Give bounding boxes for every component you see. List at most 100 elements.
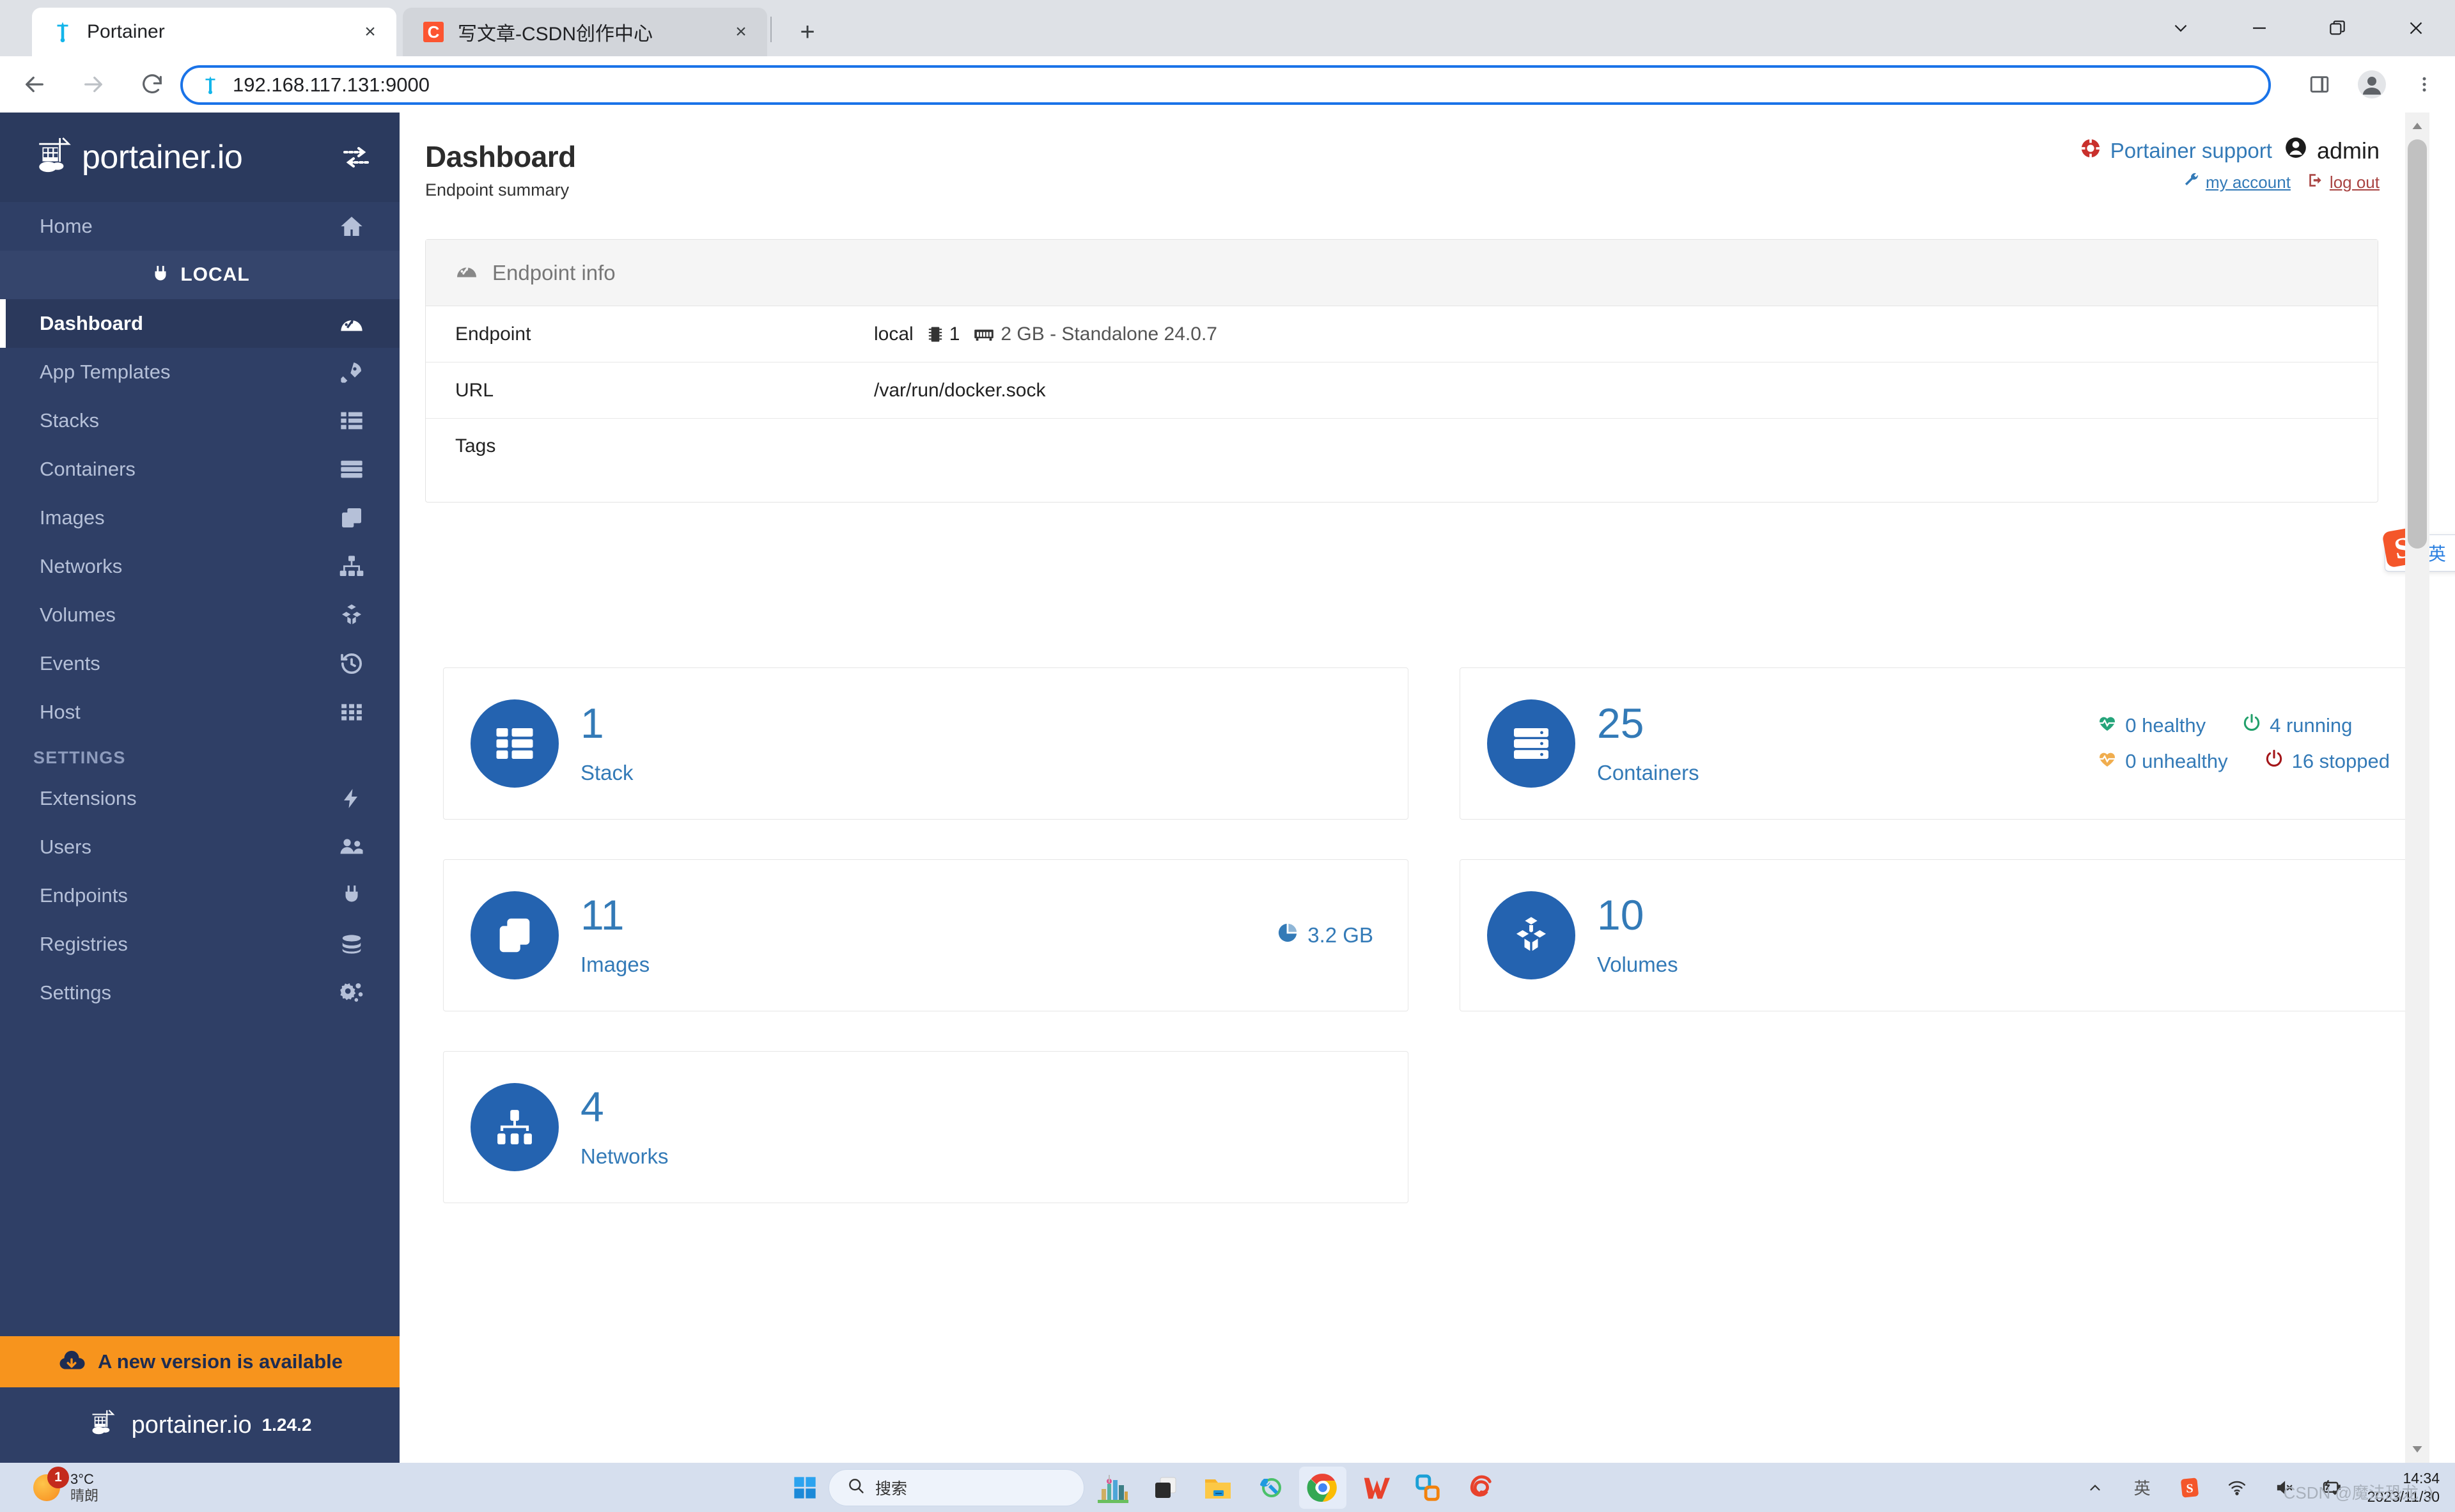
screenshot-watermark: CSDN @魔法恐龙 :) — [2283, 1483, 2433, 1502]
sidebar: portainer.io Home LOCAL Dashboard App Te… — [0, 113, 400, 1463]
window-controls — [2142, 0, 2455, 56]
file-explorer-icon[interactable] — [1194, 1467, 1242, 1509]
sidebar-item-endpoints[interactable]: Endpoints — [0, 871, 400, 920]
wifi-icon[interactable] — [2222, 1472, 2252, 1503]
windows-start-icon[interactable] — [786, 1469, 823, 1506]
sidebar-item-app-templates[interactable]: App Templates — [0, 348, 400, 396]
search-icon — [847, 1477, 865, 1498]
scroll-up-arrow-icon[interactable] — [2405, 113, 2429, 139]
user-circle-icon — [2284, 136, 2308, 166]
endpoint-switch-icon[interactable] — [338, 139, 374, 175]
volumes-icon — [337, 600, 366, 630]
stat-card-stack[interactable]: 1 Stack — [443, 667, 1408, 820]
task-view-icon[interactable] — [1142, 1467, 1189, 1509]
new-version-banner[interactable]: A new version is available — [0, 1336, 400, 1387]
vmware-icon[interactable] — [1404, 1467, 1451, 1509]
heartbeat-green-icon — [2097, 713, 2117, 738]
stacks-icon — [337, 406, 366, 435]
more-menu-icon[interactable] — [2405, 65, 2443, 104]
browser-tab-csdn[interactable]: C 写文章-CSDN创作中心 × — [403, 8, 767, 56]
status-unhealthy-text: 0 unhealthy — [2125, 750, 2228, 772]
sidebar-item-images[interactable]: Images — [0, 494, 400, 542]
sidebar-item-containers[interactable]: Containers — [0, 445, 400, 494]
power-red-icon — [2264, 749, 2284, 774]
weather-widget[interactable]: 1 3°C 晴朗 — [33, 1466, 98, 1504]
reload-icon[interactable] — [128, 60, 176, 109]
stat-card-networks[interactable]: 4 Networks — [443, 1051, 1408, 1203]
vertical-scrollbar[interactable] — [2405, 113, 2429, 1463]
minimize-icon[interactable] — [2220, 0, 2299, 56]
sidebar-item-label: Endpoints — [40, 884, 128, 907]
chevron-down-icon[interactable] — [2142, 0, 2220, 56]
header-right: Portainer support admin my account log o… — [2080, 136, 2380, 193]
settings-tool-icon[interactable] — [1247, 1467, 1294, 1509]
sidebar-item-volumes[interactable]: Volumes — [0, 591, 400, 639]
sidebar-item-networks[interactable]: Networks — [0, 542, 400, 591]
stat-card-meta: 11 Images — [581, 894, 650, 977]
sogou-tray-icon[interactable]: S — [2174, 1472, 2205, 1503]
sidebar-item-home[interactable]: Home — [0, 202, 400, 251]
sidebar-logo[interactable]: portainer.io — [0, 113, 400, 202]
sogou-browser-icon[interactable] — [1456, 1467, 1504, 1509]
stat-card-extra: 3.2 GB — [1277, 922, 1373, 949]
sidebar-item-registries[interactable]: Registries — [0, 920, 400, 969]
gears-icon — [337, 978, 366, 1008]
scrollbar-thumb[interactable] — [2408, 139, 2427, 549]
address-text[interactable]: 192.168.117.131:9000 — [233, 74, 430, 97]
chevron-up-icon[interactable] — [2080, 1472, 2110, 1503]
portainer-support-link[interactable]: Portainer support — [2080, 137, 2272, 164]
weather-temperature: 3°C — [70, 1470, 94, 1487]
new-tab-button[interactable]: + — [790, 14, 825, 50]
sidebar-item-extensions[interactable]: Extensions — [0, 774, 400, 823]
restore-icon[interactable] — [2298, 0, 2377, 56]
scroll-down-arrow-icon[interactable] — [2405, 1436, 2429, 1463]
stat-label: Volumes — [1597, 953, 1678, 976]
history-icon — [337, 649, 366, 678]
wps-icon[interactable] — [1352, 1467, 1399, 1509]
row-label: URL — [455, 379, 494, 401]
sidebar-item-events[interactable]: Events — [0, 639, 400, 688]
wrench-icon — [2183, 172, 2200, 193]
memory-value: 2 GB - Standalone 24.0.7 — [1001, 323, 1217, 345]
cityscape-widget-icon[interactable] — [1089, 1467, 1137, 1509]
profile-icon[interactable] — [2353, 65, 2391, 104]
container-status-row: 0 healthy 4 running — [2097, 713, 2390, 738]
sidebar-item-stacks[interactable]: Stacks — [0, 396, 400, 445]
taskbar-search-box[interactable]: 搜索 — [829, 1469, 1084, 1506]
sidebar-item-label: App Templates — [40, 361, 171, 383]
image-size-badge: 3.2 GB — [1277, 922, 1373, 949]
stat-count: 4 — [581, 1083, 604, 1130]
sidebar-item-dashboard[interactable]: Dashboard — [0, 299, 400, 348]
my-account-label: my account — [2205, 173, 2291, 192]
stat-card-volumes[interactable]: 10 Volumes — [1460, 859, 2425, 1011]
containers-icon — [1487, 699, 1575, 788]
lifering-icon — [2080, 137, 2101, 164]
stat-label: Images — [581, 953, 650, 976]
close-icon[interactable]: × — [726, 17, 756, 47]
user-block[interactable]: admin — [2284, 136, 2380, 166]
status-healthy-text: 0 healthy — [2125, 714, 2206, 737]
grid-icon — [337, 698, 366, 727]
stat-card-images[interactable]: 11 Images 3.2 GB — [443, 859, 1408, 1011]
panel-header: Endpoint info — [426, 240, 2378, 306]
row-value: /var/run/docker.sock — [874, 379, 1046, 401]
chrome-icon[interactable] — [1299, 1466, 1346, 1509]
sidebar-item-host[interactable]: Host — [0, 688, 400, 737]
cpu-count: 1 — [949, 323, 960, 345]
users-icon — [337, 832, 366, 862]
sidebar-footer-version: 1.24.2 — [261, 1415, 312, 1435]
sidepanel-icon[interactable] — [2300, 65, 2339, 104]
close-icon[interactable] — [2377, 0, 2455, 56]
sidebar-item-users[interactable]: Users — [0, 823, 400, 871]
stat-card-containers[interactable]: 25 Containers 0 healthy 4 running 0 unhe… — [1460, 667, 2425, 820]
main-content: Dashboard Endpoint summary Portainer sup… — [400, 113, 2455, 1463]
browser-tab-portainer[interactable]: Portainer × — [32, 8, 396, 56]
ime-lang-icon[interactable]: 英 — [2127, 1472, 2158, 1503]
log-out-link[interactable]: log out — [2307, 172, 2380, 193]
address-bar[interactable]: 192.168.117.131:9000 — [180, 65, 2271, 105]
my-account-link[interactable]: my account — [2183, 172, 2291, 193]
sidebar-item-settings[interactable]: Settings — [0, 969, 400, 1017]
back-icon[interactable] — [10, 60, 59, 109]
stat-count: 10 — [1597, 891, 1644, 939]
close-icon[interactable]: × — [355, 17, 385, 47]
